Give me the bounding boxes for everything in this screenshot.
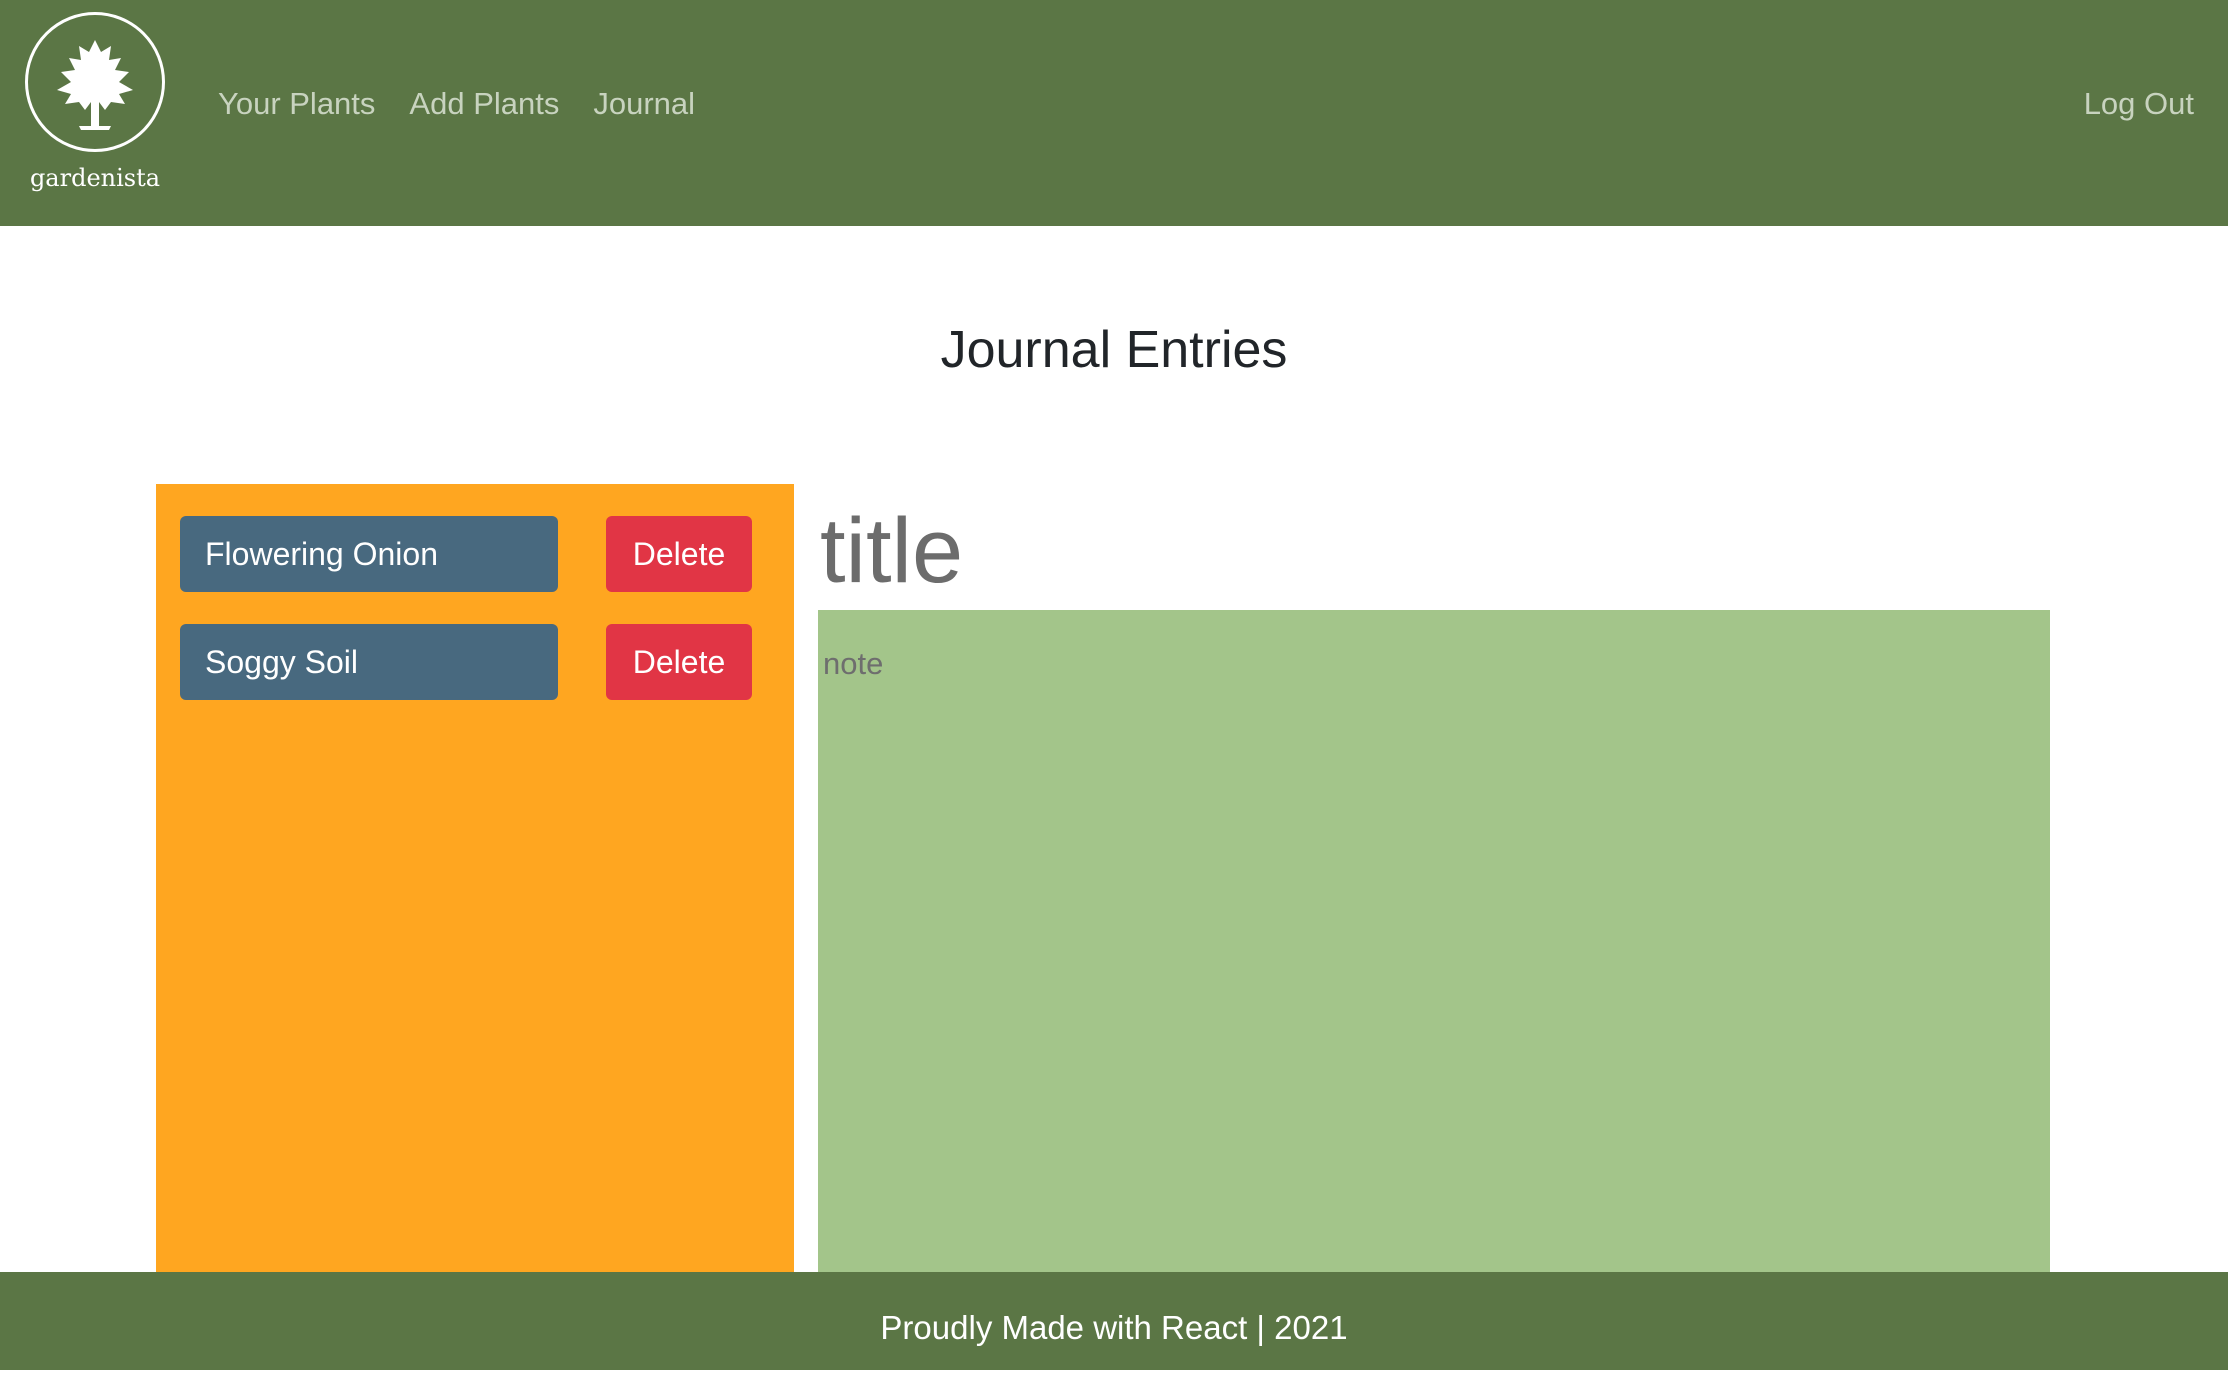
logo-circle <box>25 12 165 152</box>
brand-logo[interactable]: gardenista <box>20 12 170 192</box>
delete-button[interactable]: Delete <box>606 516 752 592</box>
nav-add-plants[interactable]: Add Plants <box>409 86 559 122</box>
list-item: Flowering Onion Delete <box>180 516 752 592</box>
nav-journal[interactable]: Journal <box>593 86 695 122</box>
nav-your-plants[interactable]: Your Plants <box>218 86 375 122</box>
navbar: gardenista Your Plants Add Plants Journa… <box>0 0 2228 226</box>
entry-button-flowering-onion[interactable]: Flowering Onion <box>180 516 558 592</box>
tree-icon <box>57 40 133 130</box>
delete-button[interactable]: Delete <box>606 624 752 700</box>
entry-note-field[interactable]: note <box>818 610 2050 1274</box>
list-item: Soggy Soil Delete <box>180 624 752 700</box>
page-title: Journal Entries <box>940 321 1288 379</box>
entry-title-field[interactable]: title <box>820 505 963 597</box>
nav-links: Your Plants Add Plants Journal <box>218 86 695 122</box>
note-placeholder: note <box>823 646 884 681</box>
logout-link[interactable]: Log Out <box>2084 86 2194 122</box>
footer: Proudly Made with React | 2021 <box>0 1272 2228 1370</box>
journal-entries-list: Flowering Onion Delete Soggy Soil Delete <box>156 484 794 1274</box>
brand-name: gardenista <box>29 164 161 192</box>
footer-text: Proudly Made with React | 2021 <box>880 1309 1348 1346</box>
entry-button-soggy-soil[interactable]: Soggy Soil <box>180 624 558 700</box>
